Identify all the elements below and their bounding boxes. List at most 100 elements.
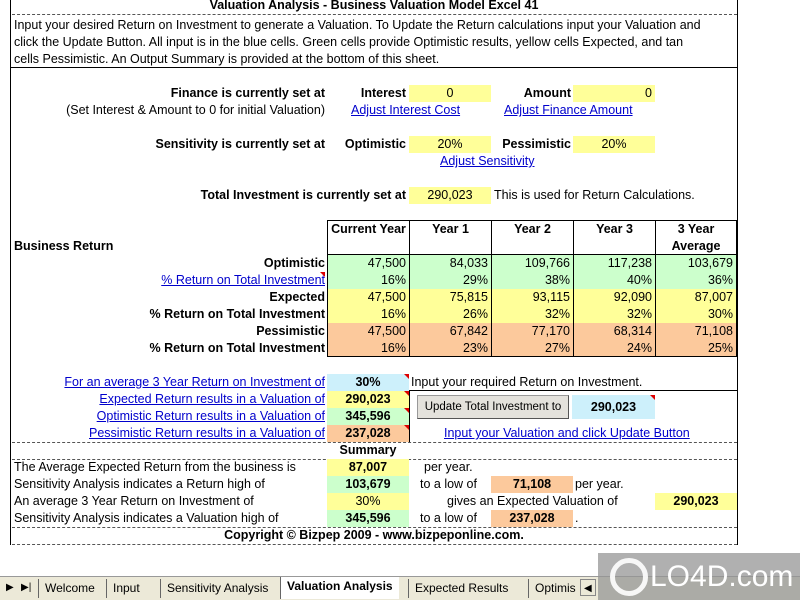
pessimistic-sensitivity[interactable]: 20%	[573, 136, 655, 153]
roi-value: 30%	[355, 375, 381, 389]
table-cell: 103,679	[655, 255, 737, 272]
intro-line: click the Update Button. All input is in…	[14, 35, 684, 49]
column-header: Year 2	[491, 220, 573, 255]
table-cell: 16%	[327, 340, 409, 357]
table-cell: 29%	[409, 272, 491, 289]
table-cell: 23%	[409, 340, 491, 357]
roi-note: Input your required Return on Investment…	[411, 375, 643, 389]
business-return-label: Business Return	[14, 239, 114, 253]
update-total-investment-button[interactable]: Update Total Investment to	[417, 395, 569, 419]
summary-roi: 30%	[327, 493, 409, 510]
optimistic-valuation-link[interactable]: Optimistic Return results in a Valuation…	[14, 408, 325, 425]
table-cell: 16%	[327, 306, 409, 323]
expected-valuation-link[interactable]: Expected Return results in a Valuation o…	[14, 391, 325, 408]
summary-average-return: 87,007	[327, 459, 409, 476]
interest-value[interactable]: 0	[409, 85, 491, 102]
table-cell: 109,766	[491, 255, 573, 272]
table-cell: 84,033	[409, 255, 491, 272]
adjust-sensitivity-link[interactable]: Adjust Sensitivity	[440, 153, 534, 170]
amount-value[interactable]: 0	[573, 85, 655, 102]
sensitivity-label: Sensitivity is currently set at	[155, 137, 325, 151]
adjust-interest-link[interactable]: Adjust Interest Cost	[351, 102, 460, 119]
roi-link[interactable]: For an average 3 Year Return on Investme…	[14, 374, 325, 391]
next-sheet-icon[interactable]: ▶	[6, 579, 14, 596]
table-cell: 71,108	[655, 323, 737, 340]
summary-text: per year.	[575, 477, 624, 491]
summary-label: Sensitivity Analysis indicates a Valuati…	[14, 511, 279, 525]
summary-title: Summary	[339, 443, 397, 457]
intro-line: Input your desired Return on Investment …	[14, 18, 701, 32]
table-cell: 75,815	[409, 289, 491, 306]
tab-expected-results[interactable]: Expected Results	[408, 579, 514, 598]
optimistic-sensitivity[interactable]: 20%	[409, 136, 491, 153]
amount-label: Amount	[523, 86, 571, 100]
table-cell: 117,238	[573, 255, 655, 272]
row-label: Pessimistic	[256, 324, 325, 338]
tab-welcome[interactable]: Welcome	[38, 579, 101, 598]
table-cell: 32%	[573, 306, 655, 323]
table-cell: 93,115	[491, 289, 573, 306]
table-cell: 16%	[327, 272, 409, 289]
summary-label: An average 3 Year Return on Investment o…	[14, 494, 254, 508]
table-cell: 36%	[655, 272, 737, 289]
row-label: Optimistic	[263, 256, 325, 270]
column-header: 3 Year Average	[655, 220, 737, 255]
table-cell: 67,842	[409, 323, 491, 340]
total-investment-value: 290,023	[409, 187, 491, 204]
optimistic-label: Optimistic	[344, 137, 406, 151]
adjust-amount-link[interactable]: Adjust Finance Amount	[504, 102, 633, 119]
total-investment-note: This is used for Return Calculations.	[494, 188, 695, 202]
pessimistic-label: Pessimistic	[502, 137, 571, 151]
table-cell: 32%	[491, 306, 573, 323]
tab-valuation-analysis[interactable]: Valuation Analysis	[280, 577, 399, 599]
table-cell: 47,500	[327, 323, 409, 340]
table-cell: 47,500	[327, 255, 409, 272]
column-header: Current Year	[327, 220, 409, 255]
summary-text: to a low of	[420, 477, 477, 491]
optimistic-valuation: 345,596	[327, 408, 409, 425]
summary-expected-valuation: 290,023	[655, 493, 737, 510]
column-header: Year 1	[409, 220, 491, 255]
pessimistic-valuation: 237,028	[327, 425, 409, 442]
summary-valuation-low: 237,028	[491, 510, 573, 527]
row-label: % Return on Total Investment	[149, 341, 325, 355]
table-cell: 47,500	[327, 289, 409, 306]
finance-note: (Set Interest & Amount to 0 for initial …	[66, 103, 325, 117]
tab-input[interactable]: Input	[106, 579, 146, 598]
row-label: Expected	[269, 290, 325, 304]
total-investment-label: Total Investment is currently set at	[200, 188, 406, 202]
pessimistic-valuation-link[interactable]: Pessimistic Return results in a Valuatio…	[14, 425, 325, 442]
table-cell: 24%	[573, 340, 655, 357]
tab-scroll-left-icon[interactable]: ◀	[580, 579, 596, 596]
summary-label: The Average Expected Return from the bus…	[14, 460, 296, 474]
return-link[interactable]: % Return on Total Investment	[14, 272, 325, 289]
summary-text: to a low of	[420, 511, 477, 525]
copyright: Copyright © Bizpep 2009 - www.bizpeponli…	[224, 528, 524, 542]
table-cell: 26%	[409, 306, 491, 323]
sheet-title: Valuation Analysis - Business Valuation …	[209, 0, 539, 12]
expected-valuation: 290,023	[327, 391, 409, 408]
table-cell: 25%	[655, 340, 737, 357]
intro-line: cells Pessimistic. An Output Summary is …	[14, 52, 440, 66]
update-instructions-link[interactable]: Input your Valuation and click Update Bu…	[444, 425, 690, 442]
tab-sensitivity-analysis[interactable]: Sensitivity Analysis	[160, 579, 274, 598]
table-cell: 38%	[491, 272, 573, 289]
summary-text: gives an Expected Valuation of	[447, 494, 618, 508]
watermark-logo-icon	[610, 558, 648, 596]
table-cell: 92,090	[573, 289, 655, 306]
tab-optimistic[interactable]: Optimis	[528, 579, 576, 598]
table-cell: 27%	[491, 340, 573, 357]
roi-input[interactable]: 30%	[327, 374, 409, 391]
row-label: % Return on Total Investment	[149, 307, 325, 321]
update-valuation-input[interactable]: 290,023	[572, 395, 655, 419]
last-sheet-icon[interactable]: ▶|	[21, 579, 31, 596]
table-cell: 30%	[655, 306, 737, 323]
table-cell: 68,314	[573, 323, 655, 340]
summary-valuation-high: 345,596	[327, 510, 409, 527]
summary-text: .	[575, 511, 579, 525]
table-cell: 87,007	[655, 289, 737, 306]
summary-return-high: 103,679	[327, 476, 409, 493]
comment-indicator-icon	[320, 272, 325, 277]
table-cell: 40%	[573, 272, 655, 289]
summary-return-low: 71,108	[491, 476, 573, 493]
